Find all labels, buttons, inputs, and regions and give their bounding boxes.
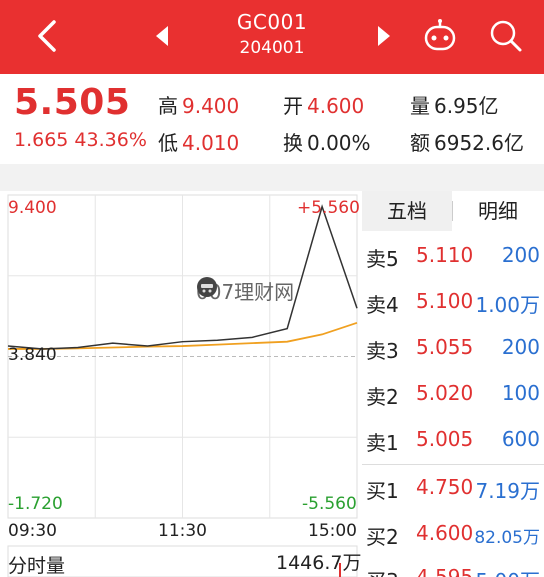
time-mid-label: 11:30 bbox=[158, 521, 207, 541]
stock-code: GC001 bbox=[236, 10, 308, 34]
price-change: 1.665 43.36% bbox=[14, 129, 147, 151]
high-value: 9.400 bbox=[182, 94, 240, 118]
chart-svg bbox=[7, 194, 358, 577]
ask-label: 卖3 bbox=[366, 339, 399, 363]
robot-assistant-button[interactable] bbox=[420, 18, 460, 54]
turnover-label: 换 bbox=[283, 131, 303, 155]
amount-value: 6952.6亿 bbox=[434, 131, 524, 155]
open-item: 开 4.600 bbox=[283, 90, 364, 119]
turnover-item: 换 0.00% bbox=[283, 127, 371, 156]
bid-qty: 7.19万 bbox=[475, 479, 540, 503]
bid-row-3[interactable]: 买3 4.595 5.00万 bbox=[362, 557, 544, 577]
bid-label: 买1 bbox=[366, 479, 399, 503]
open-value: 4.600 bbox=[307, 94, 365, 118]
bid-label: 买3 bbox=[366, 565, 399, 577]
ask-row-2[interactable]: 卖2 5.020 100 bbox=[362, 373, 544, 413]
ask-qty: 1.00万 bbox=[475, 293, 540, 317]
ask-label: 卖2 bbox=[366, 385, 399, 409]
header-bar: GC001 204001 bbox=[0, 0, 544, 74]
low-label: 低 bbox=[158, 131, 178, 155]
chevron-left-icon bbox=[38, 20, 56, 52]
volume-chart-value: 1446.7万 bbox=[276, 552, 362, 574]
ask-label: 卖1 bbox=[366, 431, 399, 455]
ask-price: 5.055 bbox=[416, 335, 474, 359]
ask-qty: 200 bbox=[501, 335, 540, 359]
ask-row-3[interactable]: 卖3 5.055 200 bbox=[362, 327, 544, 367]
y-top-right-label: +5.560 bbox=[297, 198, 360, 218]
quote-panel: 5.505 1.665 43.36% 高 9.400 低 4.010 开 4.600 … bbox=[0, 74, 544, 164]
volume-value: 6.95亿 bbox=[434, 94, 499, 118]
high-item: 高 9.400 bbox=[158, 90, 239, 119]
next-stock-button[interactable] bbox=[372, 24, 396, 48]
intraday-chart[interactable]: 9.400 +5.560 3.840 -1.720 -5.560 007理财网 … bbox=[0, 191, 362, 577]
last-price: 5.505 bbox=[14, 82, 131, 123]
volume-label: 量 bbox=[410, 94, 430, 118]
watermark-logo-icon bbox=[197, 277, 217, 297]
y-top-left-label: 9.400 bbox=[8, 198, 57, 218]
bid-qty: 82.05万 bbox=[474, 528, 540, 548]
time-end-label: 15:00 bbox=[308, 521, 357, 541]
triangle-right-icon bbox=[378, 26, 390, 46]
ask-qty: 600 bbox=[501, 427, 540, 451]
prev-stock-button[interactable] bbox=[150, 24, 174, 48]
watermark: 007理财网 bbox=[196, 276, 294, 305]
ask-label: 卖4 bbox=[366, 293, 399, 317]
y-mid-left-label: 3.840 bbox=[8, 345, 57, 365]
ask-row-4[interactable]: 卖4 5.100 1.00万 bbox=[362, 281, 544, 321]
stock-title: GC001 204001 bbox=[200, 8, 344, 60]
volume-item: 量 6.95亿 bbox=[410, 90, 499, 119]
order-book-tabs: 五档 明细 bbox=[362, 191, 544, 231]
y-bottom-right-label: -5.560 bbox=[302, 494, 357, 514]
ask-price: 5.020 bbox=[416, 381, 474, 405]
open-label: 开 bbox=[283, 94, 303, 118]
ask-price: 5.100 bbox=[416, 289, 474, 313]
time-start-label: 09:30 bbox=[8, 521, 57, 541]
order-book: 五档 明细 卖5 5.110 200 卖4 5.100 1.00万 卖3 5.0… bbox=[362, 191, 544, 577]
volume-chart-title: 分时量 bbox=[8, 555, 66, 577]
robot-icon bbox=[424, 19, 456, 51]
ask-label: 卖5 bbox=[366, 247, 399, 271]
turnover-value: 0.00% bbox=[307, 131, 371, 155]
stock-sub-code: 204001 bbox=[239, 38, 305, 58]
ask-price: 5.110 bbox=[416, 243, 474, 267]
bid-qty: 5.00万 bbox=[475, 565, 540, 577]
bid-price: 4.750 bbox=[416, 475, 474, 499]
ask-qty: 200 bbox=[501, 243, 540, 267]
low-value: 4.010 bbox=[182, 131, 240, 155]
ask-qty: 100 bbox=[501, 381, 540, 405]
ask-row-1[interactable]: 卖1 5.005 600 bbox=[362, 419, 544, 459]
search-icon bbox=[490, 20, 522, 52]
book-divider bbox=[362, 464, 544, 465]
tab-five-levels[interactable]: 五档 bbox=[362, 191, 452, 231]
tab-details[interactable]: 明细 bbox=[452, 191, 544, 231]
ask-price: 5.005 bbox=[416, 427, 474, 451]
amount-label: 额 bbox=[410, 131, 430, 155]
ask-row-5[interactable]: 卖5 5.110 200 bbox=[362, 235, 544, 275]
app-root: GC001 204001 5.505 1.665 43.36% 高 9.400 … bbox=[0, 0, 544, 577]
bid-price: 4.600 bbox=[416, 521, 474, 545]
low-item: 低 4.010 bbox=[158, 127, 239, 156]
search-button[interactable] bbox=[486, 16, 526, 56]
bid-row-1[interactable]: 买1 4.750 7.19万 bbox=[362, 467, 544, 507]
bid-row-2[interactable]: 买2 4.600 82.05万 bbox=[362, 513, 544, 553]
y-bottom-left-label: -1.720 bbox=[8, 494, 63, 514]
bid-price: 4.595 bbox=[416, 565, 474, 577]
high-label: 高 bbox=[158, 94, 178, 118]
amount-item: 额 6952.6亿 bbox=[410, 127, 524, 156]
bid-label: 买2 bbox=[366, 525, 399, 549]
triangle-left-icon bbox=[156, 26, 168, 46]
section-divider bbox=[0, 164, 544, 191]
back-button[interactable] bbox=[30, 16, 66, 56]
